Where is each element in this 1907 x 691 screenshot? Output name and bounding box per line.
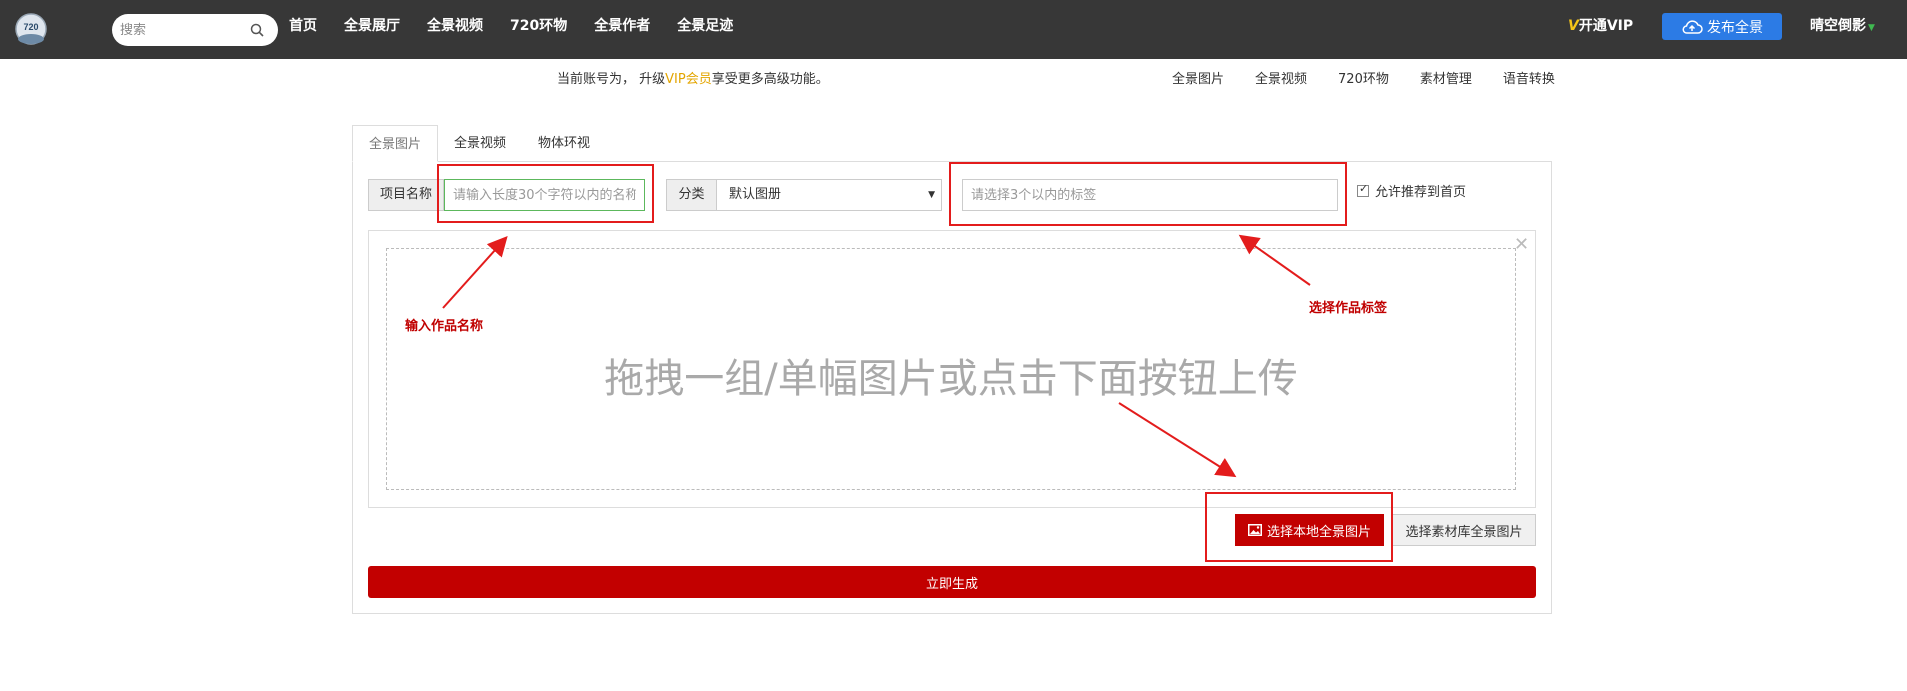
category-label: 分类 [666,179,717,211]
nav-video[interactable]: 全景视频 [427,15,483,35]
generate-button[interactable]: 立即生成 [368,566,1536,598]
annotation-text-name: 输入作品名称 [405,319,484,334]
select-arrow-icon: ▼ [928,190,935,200]
main-nav: 首页 全景展厅 全景视频 720环物 全景作者 全景足迹 [289,0,760,49]
annotation-box-name [437,164,654,223]
sub-nav: 全景图片 全景视频 720环物 素材管理 语音转换 [1172,68,1586,87]
drop-zone-text: 拖拽一组/单幅图片或点击下面按钮上传 [604,356,1298,402]
subnav-assets[interactable]: 素材管理 [1420,68,1472,87]
annotation-box-tags [949,162,1347,226]
user-menu[interactable]: 晴空倒影 ▼ [1810,15,1875,35]
top-navigation-bar: 720 首页 全景展厅 全景视频 720环物 全景作者 全景足迹 V开通VIP … [0,0,1907,59]
upload-tabs: 全景图片 全景视频 物体环视 [352,125,606,162]
annotation-text-tags: 选择作品标签 [1309,301,1388,316]
subnav-panorama-video[interactable]: 全景视频 [1255,68,1307,87]
publish-label: 发布全景 [1707,19,1763,36]
notice-prefix: 当前账号为， 升级 [557,72,666,87]
vip-member-link[interactable]: VIP会员 [665,72,712,87]
category-select[interactable]: 默认图册 ▼ [716,179,942,211]
user-name: 晴空倒影 [1810,18,1866,34]
vip-icon: V [1568,18,1579,34]
subnav-720-object[interactable]: 720环物 [1338,68,1389,87]
nav-home[interactable]: 首页 [289,15,317,35]
nav-720-object[interactable]: 720环物 [510,15,567,35]
account-notice: 当前账号为， 升级VIP会员享受更多高级功能。 [557,68,829,87]
site-logo[interactable]: 720 [13,13,49,47]
tab-panorama-video[interactable]: 全景视频 [438,125,522,162]
subnav-panorama-image[interactable]: 全景图片 [1172,68,1224,87]
vip-label: 开通VIP [1578,18,1634,34]
publish-button[interactable]: 发布全景 [1662,13,1782,40]
nav-authors[interactable]: 全景作者 [594,15,650,35]
select-library-image-button[interactable]: 选择素材库全景图片 [1392,514,1536,546]
caret-down-icon: ▼ [1868,23,1875,33]
nav-footprint[interactable]: 全景足迹 [677,15,733,35]
project-name-label: 项目名称 [368,179,444,211]
search-input[interactable] [112,14,242,46]
annotation-box-upload [1205,492,1393,562]
recommend-checkbox[interactable] [1357,182,1369,197]
subnav-voice-convert[interactable]: 语音转换 [1503,68,1555,87]
search-box [112,14,278,46]
svg-text:720: 720 [23,22,38,32]
close-icon[interactable]: ✕ [1514,234,1529,255]
cloud-upload-icon [1682,19,1703,34]
tab-panorama-image[interactable]: 全景图片 [352,125,439,162]
vip-link[interactable]: V开通VIP [1568,15,1633,35]
tab-object-view[interactable]: 物体环视 [522,125,606,162]
recommend-option[interactable]: 允许推荐到首页 [1357,181,1466,200]
recommend-label: 允许推荐到首页 [1375,185,1467,200]
category-value: 默认图册 [729,187,782,202]
search-icon[interactable] [250,23,264,37]
nav-gallery[interactable]: 全景展厅 [344,15,400,35]
notice-suffix: 享受更多高级功能。 [711,72,829,87]
